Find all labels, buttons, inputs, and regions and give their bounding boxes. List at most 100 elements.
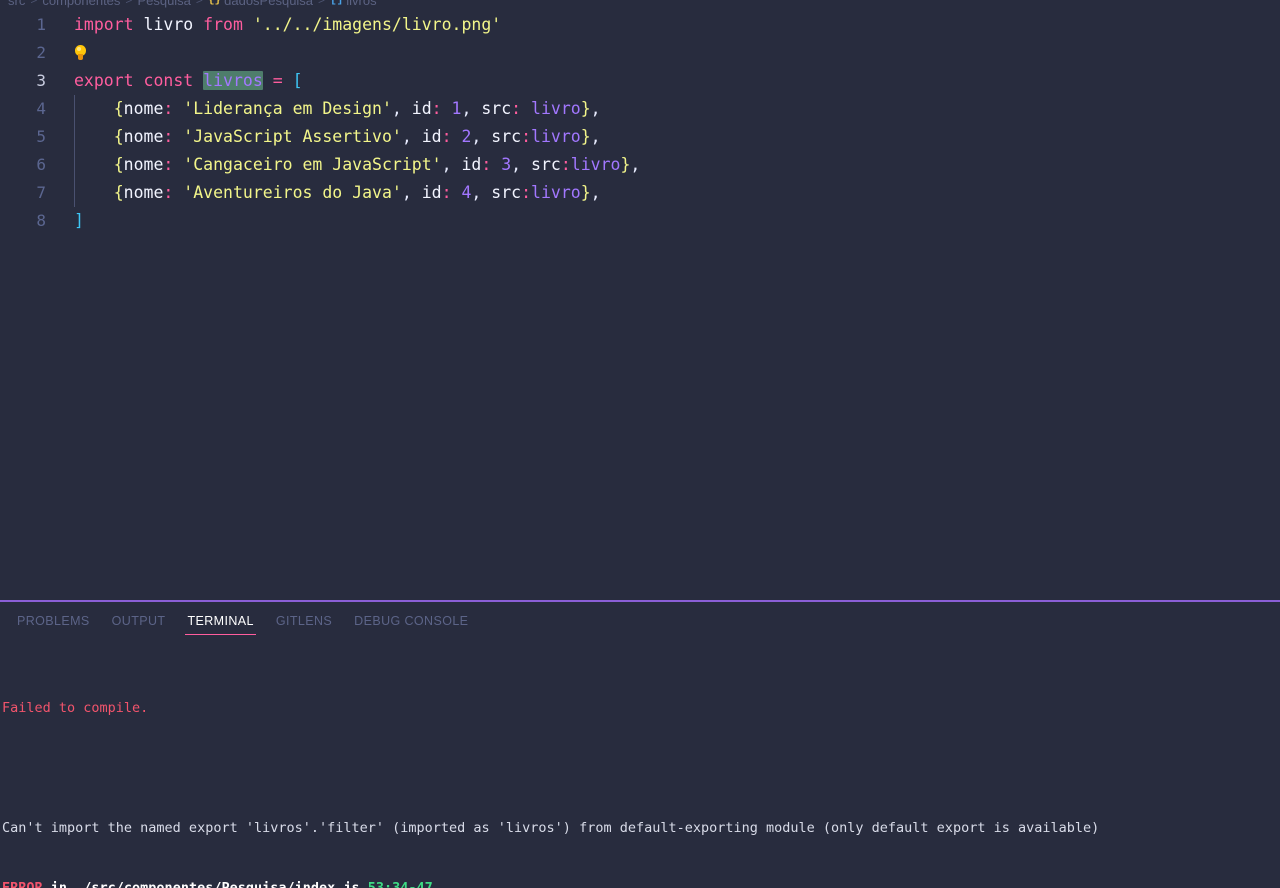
token-property: src bbox=[491, 183, 522, 202]
token-bracket: [ bbox=[292, 71, 303, 90]
error-in-text: in bbox=[42, 880, 76, 888]
breadcrumb-item-livros[interactable]: [] livros bbox=[330, 0, 377, 8]
line-content[interactable]: {nome: 'JavaScript Assertivo', id: 2, sr… bbox=[46, 123, 601, 151]
token-property: nome bbox=[123, 183, 164, 202]
breadcrumb-item-componentes[interactable]: componentes bbox=[42, 0, 120, 8]
breadcrumb-separator: > bbox=[30, 0, 38, 7]
token-number: 3 bbox=[491, 155, 512, 174]
breadcrumb-item-src[interactable]: src bbox=[8, 0, 25, 8]
token-property: id bbox=[461, 155, 482, 174]
token-string: 'Liderança em Design' bbox=[173, 99, 392, 118]
token-comma: , bbox=[590, 99, 601, 118]
terminal-line: Failed to compile. bbox=[0, 698, 1280, 718]
line-number: 4 bbox=[36, 99, 46, 118]
token-property: nome bbox=[123, 155, 164, 174]
token-string: 'JavaScript Assertivo' bbox=[173, 127, 402, 146]
token-operator: = bbox=[262, 71, 293, 90]
breadcrumb-label: componentes bbox=[42, 0, 121, 8]
token-keyword: import bbox=[74, 15, 134, 34]
code-line[interactable]: 7 {nome: 'Aventureiros do Java', id: 4, … bbox=[0, 179, 1280, 207]
token-property: src bbox=[531, 155, 561, 174]
object-symbol-icon: {} bbox=[207, 0, 222, 6]
token-comma: , bbox=[590, 183, 601, 202]
code-area[interactable]: 1 import livro from '../../imagens/livro… bbox=[0, 11, 1280, 235]
code-line[interactable]: 2 bbox=[0, 39, 1280, 67]
line-number: 3 bbox=[36, 71, 46, 90]
lightbulb-icon[interactable] bbox=[74, 45, 87, 62]
token-comma: , bbox=[511, 155, 532, 174]
vscode-window: src > componentes > Pesquisa > {} dadosP… bbox=[0, 0, 1280, 888]
code-line[interactable]: 3 export const livros = [ bbox=[0, 67, 1280, 95]
code-line[interactable]: 4 {nome: 'Liderança em Design', id: 1, s… bbox=[0, 95, 1280, 123]
breadcrumb-item-pesquisa[interactable]: Pesquisa bbox=[137, 0, 190, 8]
token-comma: , bbox=[391, 99, 412, 118]
token-string: '../../imagens/livro.png' bbox=[242, 15, 502, 34]
error-label: ERROR bbox=[2, 880, 43, 888]
token-number: 2 bbox=[451, 127, 472, 146]
token-colon: : bbox=[560, 155, 571, 174]
line-content[interactable]: {nome: 'Aventureiros do Java', id: 4, sr… bbox=[46, 179, 601, 207]
tab-output[interactable]: OUTPUT bbox=[101, 614, 177, 635]
line-content[interactable]: import livro from '../../imagens/livro.p… bbox=[46, 11, 501, 39]
line-number: 8 bbox=[36, 211, 46, 230]
line-number: 5 bbox=[36, 127, 46, 146]
token-string: 'Aventureiros do Java' bbox=[173, 183, 402, 202]
breadcrumb-label: livros bbox=[346, 0, 377, 8]
token-brace: } bbox=[580, 99, 591, 118]
token-reference: livro bbox=[521, 99, 581, 118]
line-content[interactable]: export const livros = [ bbox=[46, 67, 303, 95]
line-content[interactable]: {nome: 'Liderança em Design', id: 1, src… bbox=[46, 95, 601, 123]
tab-problems[interactable]: PROBLEMS bbox=[6, 614, 101, 635]
token-colon: : bbox=[481, 155, 492, 174]
token-bracket: ] bbox=[74, 211, 84, 230]
token-property: id bbox=[421, 127, 442, 146]
line-number: 6 bbox=[36, 155, 46, 174]
line-content[interactable]: ] bbox=[46, 207, 84, 235]
token-comma: , bbox=[401, 127, 422, 146]
token-brace: { bbox=[74, 155, 124, 174]
line-number: 2 bbox=[36, 43, 46, 62]
token-colon: : bbox=[163, 127, 174, 146]
token-colon: : bbox=[441, 183, 452, 202]
breadcrumb-label: src bbox=[8, 0, 26, 8]
breadcrumb-label: Pesquisa bbox=[137, 0, 191, 8]
token-property: src bbox=[481, 99, 512, 118]
token-colon: : bbox=[511, 99, 522, 118]
token-colon: : bbox=[521, 183, 532, 202]
panel-tab-bar: PROBLEMS OUTPUT TERMINAL GITLENS DEBUG C… bbox=[0, 602, 1280, 640]
token-reference: livro bbox=[531, 183, 581, 202]
token-colon: : bbox=[163, 155, 174, 174]
token-colon: : bbox=[163, 183, 174, 202]
breadcrumb-item-dadospesquisa[interactable]: {} dadosPesquisa bbox=[208, 0, 313, 8]
line-content[interactable] bbox=[46, 39, 87, 67]
tab-gitlens[interactable]: GITLENS bbox=[265, 614, 343, 635]
terminal-line: ERROR in ./src/componentes/Pesquisa/inde… bbox=[0, 878, 1280, 888]
breadcrumb-separator: > bbox=[125, 0, 133, 7]
code-editor[interactable]: 1 import livro from '../../imagens/livro… bbox=[0, 11, 1280, 600]
code-line[interactable]: 8 ] bbox=[0, 207, 1280, 235]
token-property: id bbox=[421, 183, 442, 202]
token-property: nome bbox=[123, 99, 164, 118]
token-property: nome bbox=[123, 127, 164, 146]
code-line[interactable]: 1 import livro from '../../imagens/livro… bbox=[0, 11, 1280, 39]
selected-identifier[interactable]: livros bbox=[203, 71, 263, 90]
token-colon: : bbox=[163, 99, 174, 118]
line-number: 1 bbox=[36, 15, 46, 34]
error-location: 53:34-47 bbox=[359, 880, 433, 888]
token-comma: , bbox=[590, 127, 601, 146]
line-content[interactable]: {nome: 'Cangaceiro em JavaScript', id: 3… bbox=[46, 151, 641, 179]
code-line[interactable]: 5 {nome: 'JavaScript Assertivo', id: 2, … bbox=[0, 123, 1280, 151]
token-brace: } bbox=[620, 155, 631, 174]
token-comma: , bbox=[471, 183, 492, 202]
breadcrumb: src > componentes > Pesquisa > {} dadosP… bbox=[0, 0, 1280, 11]
array-symbol-icon: [] bbox=[330, 0, 344, 6]
code-line[interactable]: 6 {nome: 'Cangaceiro em JavaScript', id:… bbox=[0, 151, 1280, 179]
token-comma: , bbox=[630, 155, 641, 174]
tab-terminal[interactable]: TERMINAL bbox=[176, 614, 264, 635]
terminal-output[interactable]: Failed to compile. Can't import the name… bbox=[0, 640, 1280, 888]
token-colon: : bbox=[441, 127, 452, 146]
line-number: 7 bbox=[36, 183, 46, 202]
failed-to-compile-text: Failed to compile. bbox=[2, 700, 149, 716]
token-keyword: from bbox=[203, 15, 243, 34]
tab-debug-console[interactable]: DEBUG CONSOLE bbox=[343, 614, 479, 635]
